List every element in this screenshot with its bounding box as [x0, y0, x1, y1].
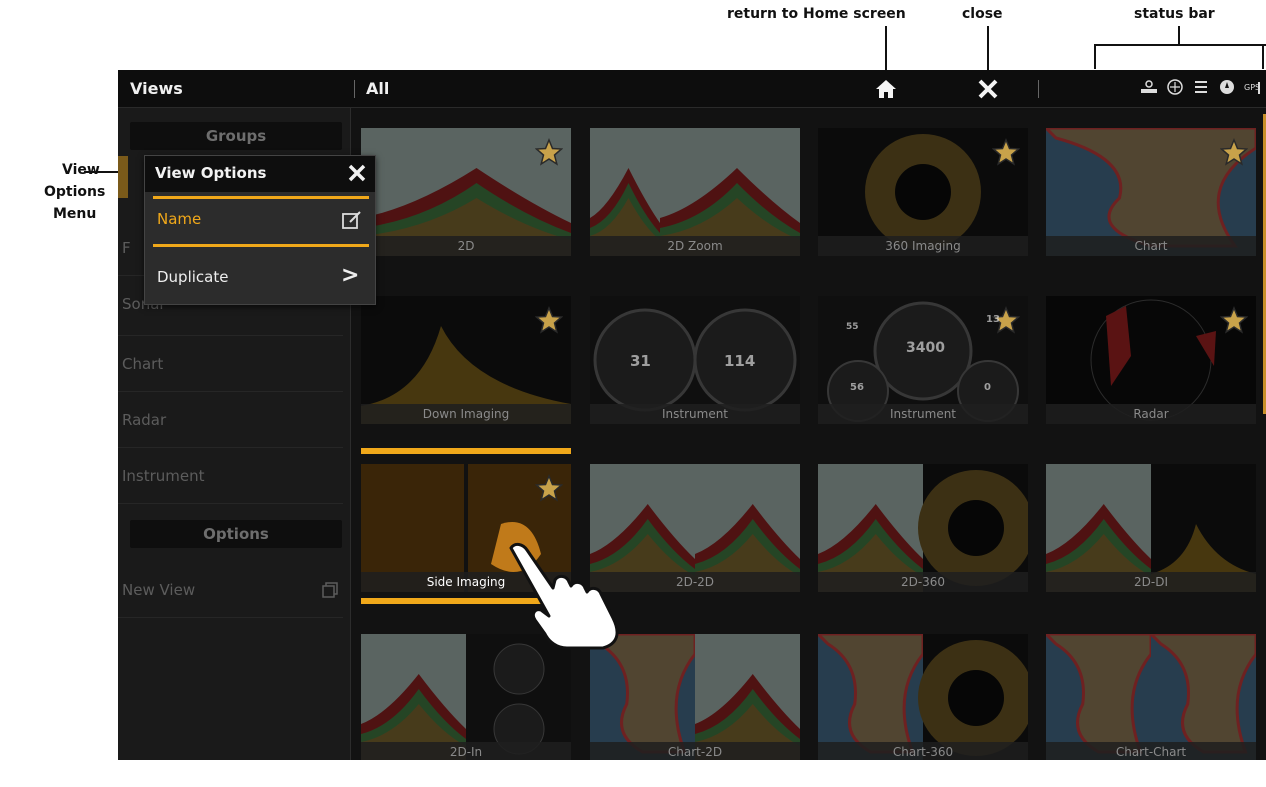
favorite-star-icon[interactable] — [534, 474, 564, 502]
tile-label: Chart-360 — [818, 742, 1028, 760]
callout-close-label: close — [962, 6, 1003, 22]
transducer-icon — [1140, 78, 1158, 96]
tile-label: Instrument — [590, 404, 800, 424]
sidebar-item-instrument[interactable]: Instrument — [118, 448, 343, 504]
view-tile-instrument[interactable]: Instrument — [590, 296, 800, 424]
gps-icon: GPS — [1244, 78, 1262, 96]
view-tile-chart[interactable]: Chart — [1046, 128, 1256, 256]
close-icon[interactable] — [975, 76, 1001, 102]
duplicate-option-label: Duplicate — [157, 268, 229, 286]
menu-highlight-top — [153, 196, 369, 199]
view-tile-2d-360[interactable]: 2D-360 — [818, 464, 1028, 592]
top-bar: Views All GPS — [118, 70, 1266, 108]
new-view-icon — [322, 582, 338, 598]
callout-close-line — [987, 26, 989, 76]
gauge-readout: 55 — [846, 322, 859, 332]
menu-highlight-bottom — [153, 244, 369, 247]
view-options-title: View Options — [155, 164, 267, 182]
callout-home-label: return to Home screen — [727, 6, 906, 22]
edit-icon — [341, 209, 363, 231]
new-view-item[interactable]: New View — [118, 562, 343, 618]
callout-menu-label-2: Options — [44, 184, 106, 200]
tile-label: 2D Zoom — [590, 236, 800, 256]
annotated-screenshot: return to Home screen close status bar V… — [0, 0, 1266, 787]
view-tile-2d[interactable]: 2D — [361, 128, 571, 256]
tile-label: 360 Imaging — [818, 236, 1028, 256]
close-icon[interactable] — [347, 163, 367, 183]
view-tile-chart-chart[interactable]: Chart-Chart — [1046, 634, 1256, 760]
favorite-star-icon[interactable] — [991, 138, 1021, 166]
callout-menu-label-1: View — [62, 162, 100, 178]
selected-group-marker — [118, 156, 128, 198]
breadcrumb: All — [366, 79, 390, 98]
gauge-readout: 13 — [986, 314, 1000, 325]
callout-status-bracket-right — [1262, 44, 1264, 69]
screen-title: Views — [130, 79, 183, 98]
callout-status-line — [1178, 26, 1180, 44]
duplicate-option[interactable]: Duplicate > — [145, 258, 375, 298]
name-option[interactable]: Name — [145, 200, 375, 240]
view-tile-2d-di[interactable]: 2D-DI — [1046, 464, 1256, 592]
status-divider — [1038, 80, 1039, 98]
tile-label: 2D-DI — [1046, 572, 1256, 592]
gauge-readout: 0 — [984, 382, 991, 393]
view-options-header: View Options — [145, 156, 375, 192]
tile-label: 2D-360 — [818, 572, 1028, 592]
view-tile-2d-in[interactable]: 2D-In — [361, 634, 571, 760]
view-tile-down-imaging[interactable]: Down Imaging — [361, 296, 571, 424]
gauge-readout: 3400 — [906, 340, 945, 356]
sidebar-item-radar[interactable]: Radar — [118, 392, 343, 448]
view-options-menu: View Options Name Duplicate > — [144, 155, 376, 305]
touch-hand-icon — [509, 542, 619, 650]
gauge-readout: 31 — [630, 352, 651, 370]
groups-header: Groups — [130, 122, 342, 150]
tile-label: Chart-Chart — [1046, 742, 1256, 760]
callout-status-label: status bar — [1134, 6, 1215, 22]
callout-status-bracket — [1094, 44, 1266, 46]
callout-home-line — [885, 26, 887, 76]
views-grid: 2D 2D Zoom 360 Imaging Chart Down Imaging I… — [351, 108, 1266, 760]
favorite-star-icon[interactable] — [534, 306, 564, 334]
tile-label: Chart-2D — [590, 742, 800, 760]
tile-label: 2D — [361, 236, 571, 256]
tile-label: 2D-In — [361, 742, 571, 760]
view-tile-360-imaging[interactable]: 360 Imaging — [818, 128, 1028, 256]
options-header: Options — [130, 520, 342, 548]
chevron-right-icon: > — [341, 263, 360, 288]
tile-label: Chart — [1046, 236, 1256, 256]
tile-label: Radar — [1046, 404, 1256, 424]
view-tile-radar[interactable]: Radar — [1046, 296, 1256, 424]
name-option-label: Name — [157, 210, 202, 228]
tile-label: Down Imaging — [361, 404, 571, 424]
favorite-star-icon[interactable] — [534, 138, 564, 166]
status-bar[interactable]: GPS — [1140, 78, 1262, 96]
favorite-star-icon[interactable] — [1219, 306, 1249, 334]
callout-menu-label-3: Menu — [53, 206, 97, 222]
tile-label: Instrument — [818, 404, 1028, 424]
gps-text: GPS — [1244, 83, 1260, 92]
sonar-icon — [1192, 78, 1210, 96]
view-tile-2d-zoom[interactable]: 2D Zoom — [590, 128, 800, 256]
callout-status-bracket-left — [1094, 44, 1096, 69]
selected-tile-bar-top — [361, 448, 571, 454]
view-tile-chart-2d[interactable]: Chart-2D — [590, 634, 800, 760]
chart-icon — [1166, 78, 1184, 96]
sidebar-item-chart[interactable]: Chart — [118, 336, 343, 392]
gauge-readout: 56 — [850, 382, 864, 393]
gauge-readout: 114 — [724, 352, 756, 370]
title-divider — [354, 80, 355, 98]
favorite-star-icon[interactable] — [1219, 138, 1249, 166]
view-tile-chart-360[interactable]: Chart-360 — [818, 634, 1028, 760]
new-view-label: New View — [122, 581, 196, 599]
compass-icon — [1218, 78, 1236, 96]
home-icon[interactable] — [873, 76, 899, 102]
